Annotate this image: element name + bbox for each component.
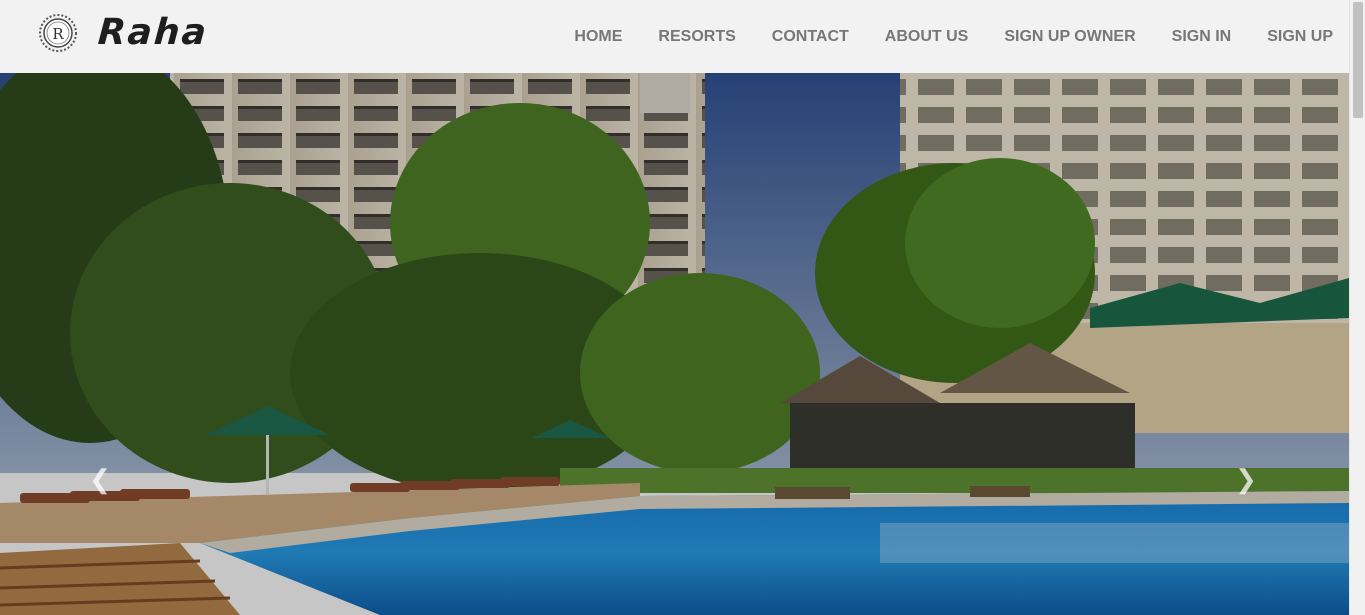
- nav-contact[interactable]: CONTACT: [772, 28, 849, 46]
- seal-logo-icon: R: [39, 13, 77, 52]
- top-navbar: R Raha HOME RESORTS CONTACT ABOUT US SIG…: [0, 0, 1349, 73]
- brand-name: Raha: [96, 12, 210, 53]
- nav-sign-up-owner[interactable]: SIGN UP OWNER: [1004, 28, 1135, 46]
- carousel-prev-button[interactable]: ❮: [80, 463, 120, 495]
- main-nav: HOME RESORTS CONTACT ABOUT US SIGN UP OW…: [538, 0, 1333, 73]
- page-scrollbar[interactable]: [1349, 0, 1365, 615]
- nav-about-us[interactable]: ABOUT US: [885, 28, 969, 46]
- scrollbar-thumb[interactable]: [1353, 2, 1363, 118]
- hero-dim-overlay: [0, 73, 1349, 615]
- nav-resorts[interactable]: RESORTS: [658, 28, 735, 46]
- hero-carousel: ❮ ❯: [0, 73, 1349, 615]
- nav-home[interactable]: HOME: [574, 28, 622, 46]
- carousel-next-button[interactable]: ❯: [1226, 463, 1266, 495]
- nav-sign-in[interactable]: SIGN IN: [1172, 28, 1232, 46]
- chevron-left-icon: ❮: [89, 463, 111, 494]
- svg-text:R: R: [52, 25, 64, 43]
- chevron-right-icon: ❯: [1235, 463, 1257, 494]
- nav-sign-up[interactable]: SIGN UP: [1267, 28, 1333, 46]
- brand[interactable]: R Raha: [38, 12, 210, 53]
